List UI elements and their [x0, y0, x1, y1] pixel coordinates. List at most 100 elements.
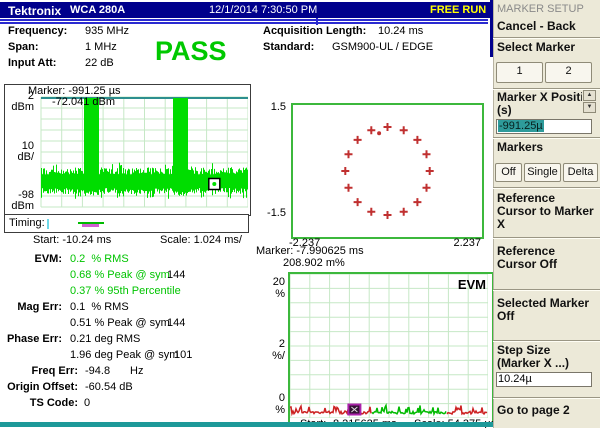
evm-label: EVM:	[0, 253, 62, 265]
constellation-y-bottom-tick: -1.5	[257, 207, 286, 219]
evm-y-mid-unit: %/	[263, 350, 285, 362]
panel-separator	[493, 187, 600, 189]
step-size-input[interactable]: 10.24µ	[496, 372, 592, 387]
evm-95th-value: 0.37 % 95th Percentile	[70, 285, 181, 297]
overview-y-top-unit: dBm	[0, 101, 34, 113]
input-att-value: 22 dB	[85, 57, 114, 69]
pass-status: PASS	[155, 36, 227, 67]
reference-cursor-off-button[interactable]: Reference Cursor Off	[497, 245, 597, 271]
evm-trace	[447, 406, 487, 414]
standard-value: GSM900-UL / EDGE	[332, 41, 433, 53]
evm-rms-value: 0.2 % RMS	[70, 253, 129, 265]
evm-marker-readout-x: Marker: -7.990625 ms	[256, 245, 364, 257]
overview-y-mid-unit: dB/	[0, 151, 34, 163]
marker-x-spinner-up[interactable]: ▲	[583, 90, 596, 101]
evm-y-top-unit: %	[263, 288, 285, 300]
marker-1-button[interactable]: 1	[496, 62, 543, 83]
evm-plot: EVM	[288, 272, 494, 424]
panel-separator	[493, 137, 600, 139]
ts-code-value: 0	[84, 397, 90, 409]
frequency-value: 935 MHz	[85, 25, 129, 37]
evm-y-bottom-tick: 0	[263, 392, 285, 404]
marker-2-button[interactable]: 2	[545, 62, 592, 83]
step-size-value: 10.24µ	[498, 373, 532, 385]
go-to-page-2-button[interactable]: Go to page 2	[497, 404, 597, 417]
timing-selection-bar[interactable]	[82, 224, 99, 227]
overview-y-bottom-unit: dBm	[0, 200, 34, 212]
phase-err-label: Phase Err:	[0, 333, 62, 345]
mag-err-peak-value: 0.51 % Peak @ sym	[70, 317, 170, 329]
freq-err-value: -94.8	[85, 365, 110, 377]
select-marker-label: Select Marker	[497, 41, 597, 54]
evm-marker-readout-y: 208.902 m%	[283, 257, 345, 269]
span-value: 1 MHz	[85, 41, 117, 53]
timing-cursor-tick[interactable]	[47, 219, 49, 229]
evm-peak-value: 0.68 % Peak @ sym	[70, 269, 170, 281]
panel-separator	[493, 340, 600, 342]
bottom-divider-line	[0, 422, 497, 427]
step-size-unit: (Marker X ...)	[497, 357, 597, 370]
datetime-label: 12/1/2014 7:30:50 PM	[209, 4, 317, 16]
standard-label: Standard:	[263, 41, 314, 53]
header-divider-line	[0, 22, 488, 24]
input-att-label: Input Att:	[8, 57, 56, 69]
mag-err-rms-value: 0.1 % RMS	[70, 301, 129, 313]
overview-marker-readout-y: -72.041 dBm	[52, 96, 115, 108]
freq-err-label: Freq Err:	[0, 365, 78, 377]
mag-err-label: Mag Err:	[0, 301, 62, 313]
selected-marker-off-button[interactable]: Selected Marker Off	[497, 297, 597, 323]
constellation-plot-svg	[293, 105, 482, 237]
panel-separator	[493, 289, 600, 291]
freq-err-unit: Hz	[130, 365, 143, 377]
evm-y-mid-tick: 2	[263, 338, 285, 350]
model-label: WCA 280A	[70, 4, 125, 16]
frequency-label: Frequency:	[8, 25, 67, 37]
markers-label: Markers	[497, 141, 543, 154]
marker-x-spinner-down[interactable]: ▼	[583, 102, 596, 113]
constellation-y-top-tick: 1.5	[260, 101, 286, 113]
panel-separator	[493, 37, 600, 39]
evm-plot-svg	[290, 274, 488, 418]
panel-title: MARKER SETUP	[497, 3, 584, 15]
phase-err-rms-value: 0.21 deg RMS	[70, 333, 140, 345]
overview-start-label: Start: -10.24 ms	[33, 234, 111, 246]
reference-cursor-to-marker-x-button[interactable]: Reference Cursor to Marker X	[497, 192, 597, 231]
evm-plot-title: EVM	[458, 277, 486, 292]
evm-peak-symbol: 144	[167, 269, 185, 281]
title-bar: Tektronix WCA 280A 12/1/2014 7:30:50 PM …	[0, 2, 490, 18]
span-label: Span:	[8, 41, 39, 53]
overview-plot	[4, 84, 251, 216]
panel-separator	[493, 237, 600, 239]
marker-delta-button[interactable]: Delta	[563, 163, 598, 182]
acquisition-length-label: Acquisition Length:	[263, 25, 366, 37]
acquisition-length-value: 10.24 ms	[378, 25, 423, 37]
phase-err-peak-value: 1.96 deg Peak @ sym	[70, 349, 178, 361]
header-divider-notch	[316, 18, 318, 25]
marker-x-position-value: -991.25µ	[498, 120, 544, 132]
origin-offset-label: Origin Offset:	[0, 381, 78, 393]
mag-err-peak-symbol: 144	[167, 317, 185, 329]
marker-x-position-unit: (s)	[497, 104, 512, 117]
panel-separator	[493, 397, 600, 399]
constellation-plot	[291, 103, 484, 239]
instrument-screen: Tektronix WCA 280A 12/1/2014 7:30:50 PM …	[0, 0, 600, 428]
timing-bar[interactable]: Timing:	[4, 214, 249, 233]
constellation-stray-point	[377, 131, 381, 135]
marker-off-button[interactable]: Off	[495, 163, 522, 182]
cancel-back-button[interactable]: Cancel - Back	[497, 20, 597, 33]
free-run-status: FREE RUN	[430, 4, 486, 16]
marker-single-button[interactable]: Single	[524, 163, 561, 182]
ts-code-label: TS Code:	[0, 397, 78, 409]
origin-offset-value: -60.54 dB	[85, 381, 133, 393]
overview-scale-label: Scale: 1.024 ms/	[160, 234, 242, 246]
tektronix-logo: Tektronix	[8, 4, 61, 18]
overview-plot-svg	[5, 85, 248, 213]
constellation-x-right-tick: 2.237	[430, 237, 481, 249]
evm-y-top-tick: 20	[263, 276, 285, 288]
evm-y-bottom-unit: %	[263, 404, 285, 416]
phase-err-peak-symbol: 101	[174, 349, 192, 361]
header-divider-line	[0, 19, 488, 21]
marker-x-position-input[interactable]: -991.25µ	[496, 119, 592, 134]
overview-marker-dot	[212, 182, 216, 186]
timing-label: Timing:	[9, 217, 45, 229]
